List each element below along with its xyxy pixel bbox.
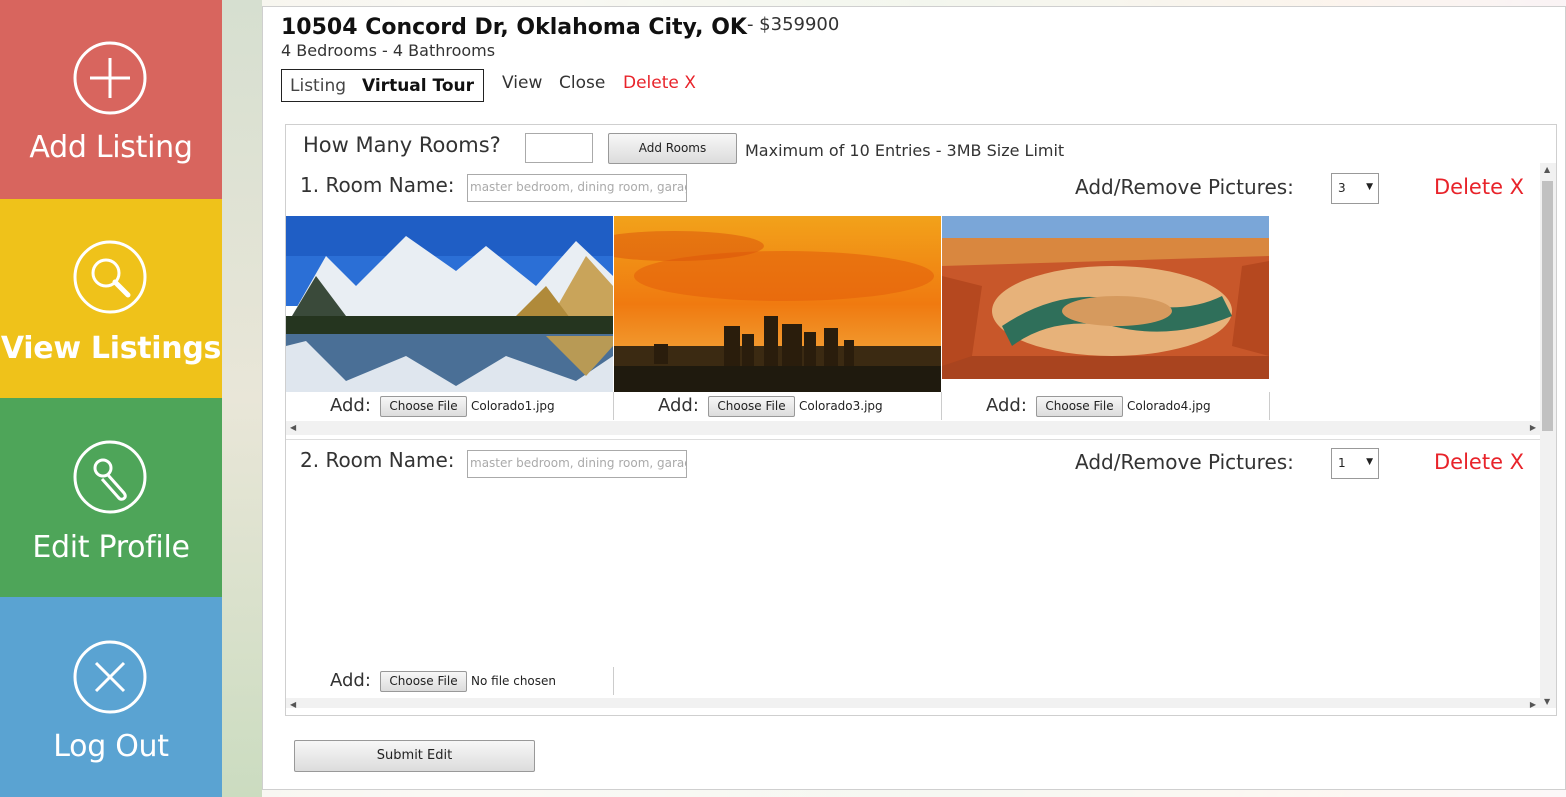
photo-slot: Add: Choose File Colorado3.jpg bbox=[614, 216, 942, 420]
wrench-icon bbox=[72, 439, 148, 515]
tab-group: Listing Virtual Tour bbox=[281, 69, 484, 102]
choose-file-button[interactable]: Choose File bbox=[1036, 396, 1123, 417]
sidebar-item-log-out[interactable]: Log Out bbox=[0, 597, 222, 797]
photo-slot: Add: Choose File Colorado4.jpg bbox=[942, 216, 1270, 420]
room-name-input[interactable]: master bedroom, dining room, garage bbox=[467, 450, 687, 478]
room-photo bbox=[942, 216, 1269, 379]
add-remove-pictures-label: Add/Remove Pictures: bbox=[1075, 175, 1294, 199]
room-entry: 1. Room Name: master bedroom, dining roo… bbox=[286, 163, 1540, 439]
delete-room-link[interactable]: Delete X bbox=[1434, 175, 1524, 199]
room-entry: 2. Room Name: master bedroom, dining roo… bbox=[286, 439, 1540, 708]
sidebar-item-label: Add Listing bbox=[29, 130, 193, 165]
scroll-down-icon[interactable]: ▼ bbox=[1544, 697, 1550, 706]
file-upload-row: Add: Choose File Colorado4.jpg bbox=[942, 392, 1270, 420]
pictures-count-select[interactable]: 1 ▼ bbox=[1331, 448, 1379, 479]
horizontal-scrollbar[interactable]: ◀ ▶ bbox=[286, 421, 1540, 435]
how-many-rooms-input[interactable] bbox=[525, 133, 593, 163]
dropdown-arrow-icon: ▼ bbox=[1366, 182, 1373, 192]
file-upload-row: Add: Choose File No file chosen bbox=[286, 667, 614, 695]
scroll-left-icon[interactable]: ◀ bbox=[290, 700, 296, 708]
add-label: Add: bbox=[330, 395, 371, 416]
how-many-rooms-label: How Many Rooms? bbox=[303, 133, 501, 157]
max-entries-note: Maximum of 10 Entries - 3MB Size Limit bbox=[745, 141, 1065, 160]
file-name: Colorado1.jpg bbox=[471, 399, 555, 413]
scroll-up-icon[interactable]: ▲ bbox=[1544, 165, 1550, 174]
choose-file-button[interactable]: Choose File bbox=[708, 396, 795, 417]
sidebar-item-label: View Listings bbox=[0, 331, 222, 366]
add-label: Add: bbox=[658, 395, 699, 416]
scroll-left-icon[interactable]: ◀ bbox=[290, 423, 296, 432]
sidebar-item-add-listing[interactable]: Add Listing bbox=[0, 0, 222, 199]
delete-listing-link[interactable]: Delete X bbox=[623, 73, 696, 93]
delete-room-link[interactable]: Delete X bbox=[1434, 450, 1524, 474]
file-name: No file chosen bbox=[471, 674, 557, 688]
add-label: Add: bbox=[986, 395, 1027, 416]
sidebar-item-view-listings[interactable]: View Listings bbox=[0, 199, 222, 398]
x-circle-icon bbox=[72, 639, 148, 715]
sidebar-item-edit-profile[interactable]: Edit Profile bbox=[0, 398, 222, 597]
vertical-scrollbar[interactable]: ▲ ▼ bbox=[1540, 163, 1556, 708]
plus-circle-icon bbox=[72, 40, 148, 116]
add-label: Add: bbox=[330, 670, 371, 691]
add-rooms-button[interactable]: Add Rooms bbox=[608, 133, 737, 164]
scroll-right-icon[interactable]: ▶ bbox=[1530, 700, 1536, 708]
sidebar-item-label: Log Out bbox=[53, 729, 169, 764]
view-link[interactable]: View bbox=[502, 73, 542, 93]
dropdown-arrow-icon: ▼ bbox=[1366, 457, 1373, 467]
pictures-count-select[interactable]: 3 ▼ bbox=[1331, 173, 1379, 204]
listing-price: - $359900 bbox=[746, 14, 840, 35]
rooms-scroll-area[interactable]: 1. Room Name: master bedroom, dining roo… bbox=[286, 163, 1556, 708]
close-link[interactable]: Close bbox=[559, 73, 605, 93]
file-upload-row: Add: Choose File Colorado3.jpg bbox=[614, 392, 942, 420]
file-name: Colorado4.jpg bbox=[1127, 399, 1211, 413]
file-upload-row: Add: Choose File Colorado1.jpg bbox=[286, 392, 614, 420]
pictures-count-value: 3 bbox=[1338, 181, 1346, 195]
room-name-input[interactable]: master bedroom, dining room, garage bbox=[467, 174, 687, 202]
submit-edit-button[interactable]: Submit Edit bbox=[294, 740, 535, 772]
listing-address: 10504 Concord Dr, Oklahoma City, OK bbox=[281, 15, 747, 40]
room-name-label: 1. Room Name: bbox=[300, 173, 455, 197]
choose-file-button[interactable]: Choose File bbox=[380, 396, 467, 417]
sidebar: Add Listing View Listings Edit Profile L… bbox=[0, 0, 222, 797]
rooms-editor: How Many Rooms? Add Rooms Maximum of 10 … bbox=[285, 124, 1557, 716]
room-photo bbox=[286, 216, 613, 392]
scrollbar-thumb[interactable] bbox=[1542, 181, 1553, 431]
background-block bbox=[222, 0, 262, 797]
horizontal-scrollbar[interactable]: ◀ ▶ bbox=[286, 698, 1540, 708]
choose-file-button[interactable]: Choose File bbox=[380, 671, 467, 692]
room-photo bbox=[614, 216, 941, 392]
room-name-label: 2. Room Name: bbox=[300, 448, 455, 472]
sidebar-item-label: Edit Profile bbox=[32, 530, 190, 565]
pictures-count-value: 1 bbox=[1338, 456, 1346, 470]
add-remove-pictures-label: Add/Remove Pictures: bbox=[1075, 450, 1294, 474]
tab-listing[interactable]: Listing bbox=[290, 76, 346, 96]
listing-title: 10504 Concord Dr, Oklahoma City, OK- $35… bbox=[281, 14, 840, 40]
file-name: Colorado3.jpg bbox=[799, 399, 883, 413]
listing-details: 4 Bedrooms - 4 Bathrooms bbox=[281, 41, 496, 60]
magnifier-icon bbox=[72, 239, 148, 315]
photo-slot: Add: Choose File Colorado1.jpg bbox=[286, 216, 614, 420]
tab-virtual-tour[interactable]: Virtual Tour bbox=[362, 76, 474, 96]
scroll-right-icon[interactable]: ▶ bbox=[1530, 423, 1536, 432]
